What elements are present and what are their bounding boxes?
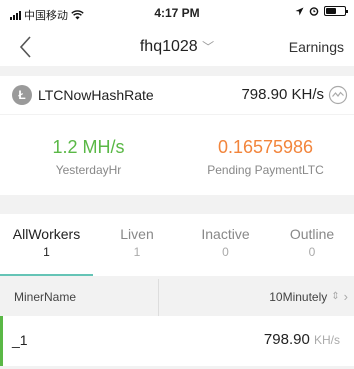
rate-period-sort[interactable]: 10Minutely ⇕ ›	[269, 289, 348, 304]
tab-label: Outline	[289, 226, 335, 242]
navigation-bar: fhq1028 ﹀ Earnings	[0, 28, 354, 66]
litecoin-icon: Ł	[12, 85, 32, 105]
table-row[interactable]: _1 798.90 KH/s	[0, 316, 354, 366]
rate-period-label: 10Minutely	[269, 289, 328, 304]
tab-label: AllWorkers	[12, 226, 81, 242]
tab-all-workers[interactable]: AllWorkers 1	[0, 214, 93, 276]
chart-icon[interactable]	[328, 85, 348, 105]
hashrate-card[interactable]: Ł LTCNowHashRate 798.90 KH/s	[0, 76, 354, 114]
yesterday-hashrate: 1.2 MH/s YesterdayHr	[0, 137, 177, 177]
miner-hashrate-value: 798.90	[263, 331, 310, 348]
yesterday-hashrate-value: 1.2 MH/s	[52, 137, 125, 157]
miner-name: _1	[12, 332, 28, 348]
tab-count: 0	[308, 245, 316, 259]
location-icon	[295, 7, 304, 15]
battery-icon	[324, 6, 348, 16]
alarm-icon	[309, 7, 319, 16]
earnings-link[interactable]: Earnings	[289, 39, 344, 55]
hashrate-label: LTCNowHashRate	[38, 87, 154, 103]
table-header: MinerName 10Minutely ⇕ ›	[0, 279, 354, 323]
stats-panel: 1.2 MH/s YesterdayHr 0.16575986 Pending …	[0, 115, 354, 195]
tab-liven[interactable]: Liven 1	[93, 214, 181, 276]
status-bar: 中国移动 4:17 PM	[0, 0, 354, 28]
miner-hashrate-unit: KH/s	[313, 333, 340, 347]
chevron-down-icon: ﹀	[202, 40, 215, 54]
hashrate-value: 798.90 KH/s	[241, 86, 324, 103]
pending-payment-label: Pending PaymentLTC	[207, 163, 324, 177]
tab-count: 1	[133, 245, 141, 259]
pending-payment-value: 0.16575986	[217, 137, 314, 157]
tab-count: 1	[43, 245, 50, 259]
account-name: fhq1028	[139, 38, 198, 55]
tab-label: Inactive	[201, 226, 250, 242]
yesterday-hashrate-label: YesterdayHr	[55, 163, 122, 177]
miner-hashrate: 798.90 KH/s	[264, 331, 340, 348]
online-indicator	[0, 316, 3, 366]
chevron-right-icon: ›	[343, 289, 348, 304]
worker-tabs: AllWorkers 1 Liven 1 Inactive 0 Outline …	[0, 214, 354, 276]
status-icons	[295, 6, 348, 16]
sort-icon: ⇕	[331, 291, 340, 302]
tab-outline[interactable]: Outline 0	[270, 214, 354, 276]
tab-inactive[interactable]: Inactive 0	[181, 214, 270, 276]
miner-name-header: MinerName	[14, 290, 77, 304]
pending-payment: 0.16575986 Pending PaymentLTC	[177, 137, 354, 177]
tab-count: 0	[222, 245, 229, 259]
tab-label: Liven	[120, 226, 154, 242]
